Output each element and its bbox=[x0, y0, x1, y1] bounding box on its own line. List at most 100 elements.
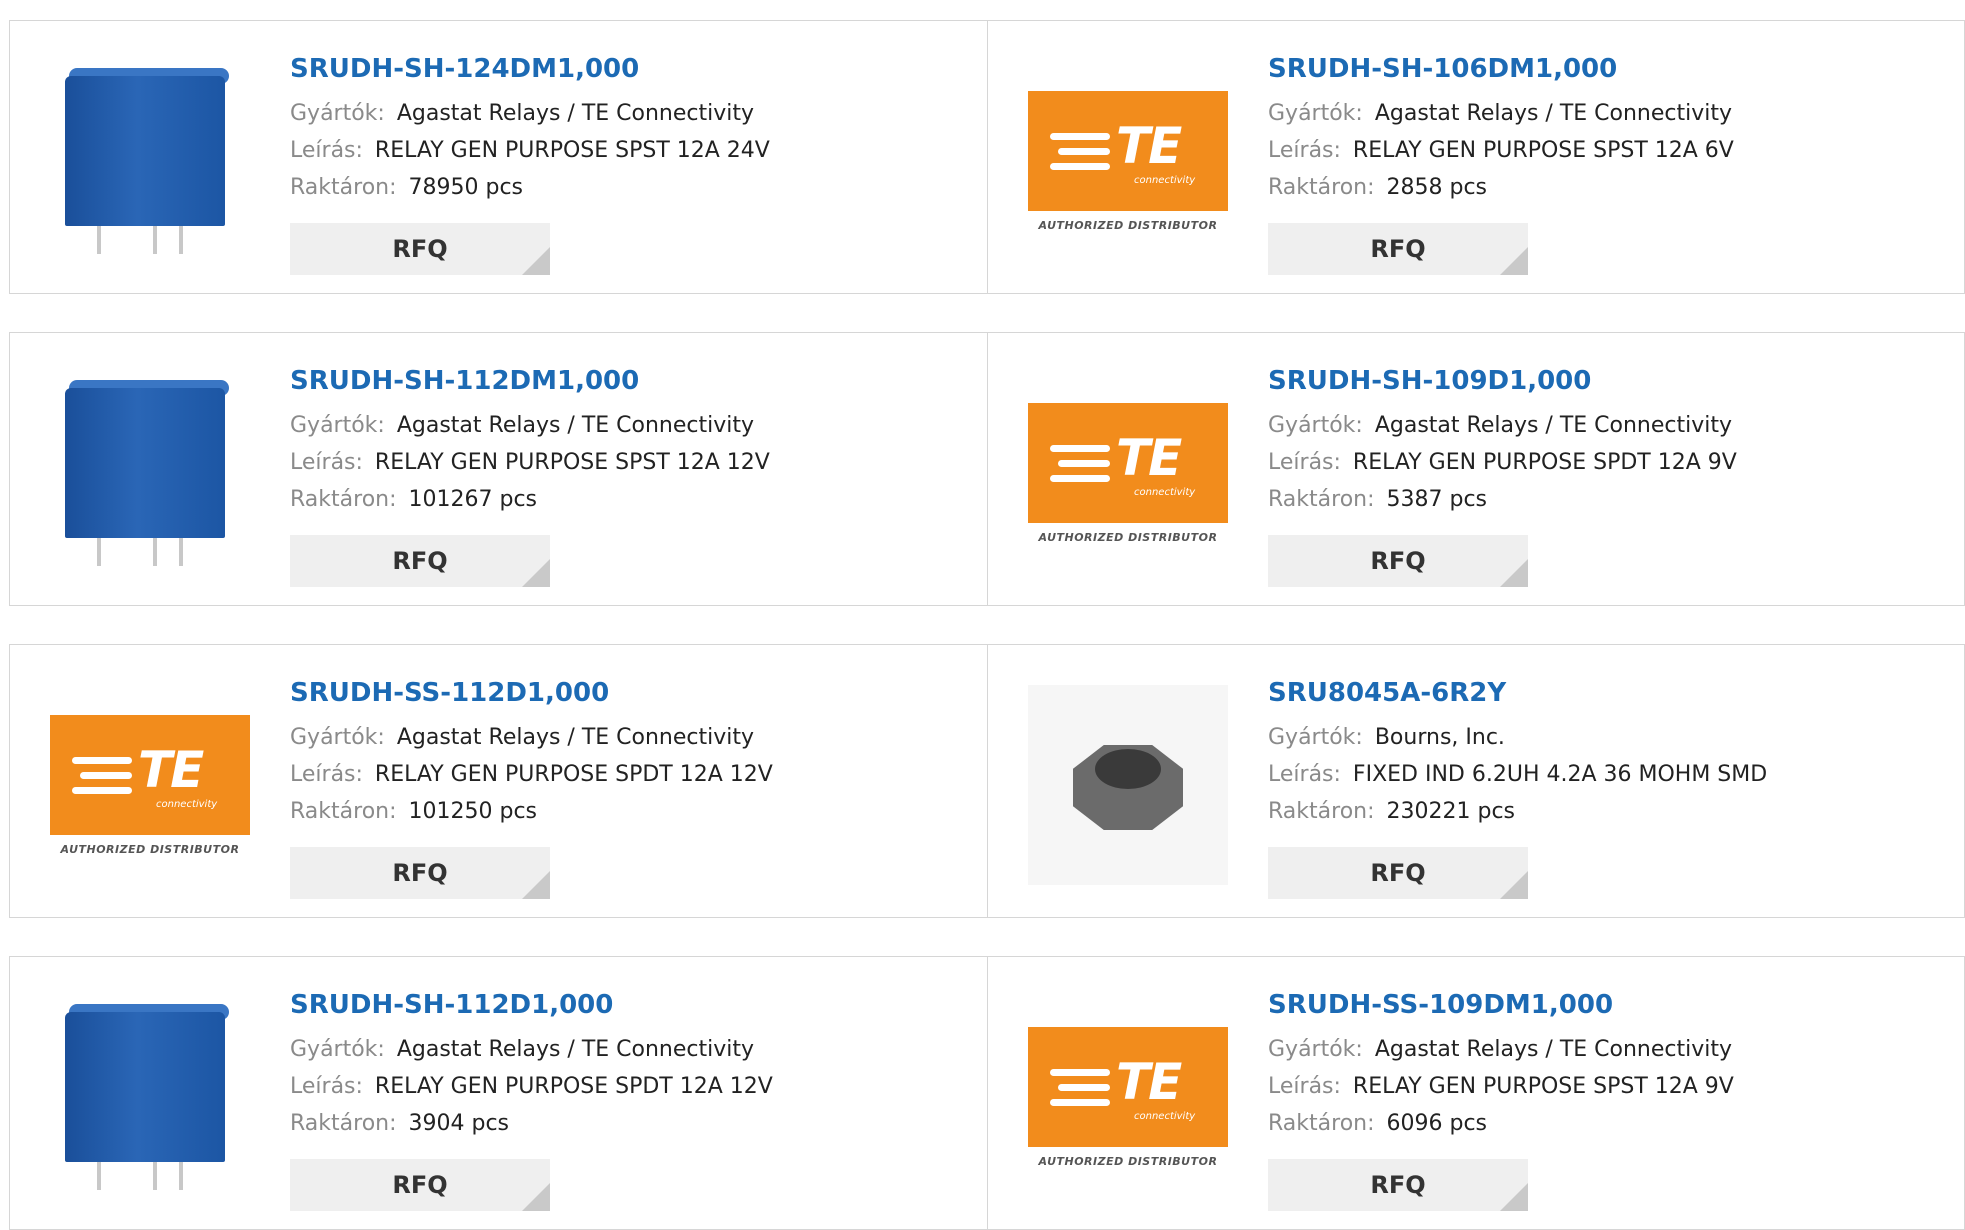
description-label: Leírás: bbox=[290, 450, 363, 475]
description-line: Leírás: RELAY GEN PURPOSE SPST 12A 24V bbox=[290, 132, 977, 169]
product-grid: SRUDH-SH-124DM1,000 Gyártók: Agastat Rela… bbox=[0, 0, 1965, 1230]
manufacturer-line: Gyártók: Agastat Relays / TE Connectivity bbox=[1268, 407, 1954, 444]
rfq-button[interactable]: RFQ bbox=[1268, 223, 1528, 275]
manufacturer-line: Gyártók: Agastat Relays / TE Connectivity bbox=[290, 95, 977, 132]
stock-line: Raktáron: 2858 pcs bbox=[1268, 169, 1954, 206]
product-title-link[interactable]: SRUDH-SH-106DM1,000 bbox=[1268, 51, 1954, 87]
description-line: Leírás: RELAY GEN PURPOSE SPDT 12A 12V bbox=[290, 1068, 977, 1105]
product-info: SRUDH-SH-112D1,000 Gyártók: Agastat Relay… bbox=[290, 987, 977, 1142]
te-sub: connectivity bbox=[1134, 1110, 1196, 1122]
manufacturer-line: Gyártók: Agastat Relays / TE Connectivity bbox=[290, 719, 977, 756]
product-info: SRUDH-SH-124DM1,000 Gyártók: Agastat Rela… bbox=[290, 51, 977, 206]
rfq-button[interactable]: RFQ bbox=[290, 223, 550, 275]
manufacturer-value: Agastat Relays / TE Connectivity bbox=[396, 725, 755, 750]
manufacturer-value: Agastat Relays / TE Connectivity bbox=[396, 413, 755, 438]
product-image[interactable] bbox=[50, 373, 250, 573]
stock-value: 2858 pcs bbox=[1386, 175, 1488, 200]
manufacturer-label: Gyártók: bbox=[290, 101, 385, 126]
product-card: TE connectivity AUTHORIZED DISTRIBUTOR SRU… bbox=[987, 333, 1964, 605]
product-image[interactable] bbox=[50, 997, 250, 1197]
te-logo: TE connectivity AUTHORIZED DISTRIBUTOR bbox=[1028, 90, 1228, 232]
product-title-link[interactable]: SRUDH-SH-124DM1,000 bbox=[290, 51, 977, 87]
product-title-link[interactable]: SRUDH-SS-109DM1,000 bbox=[1268, 987, 1954, 1023]
manufacturer-line: Gyártók: Agastat Relays / TE Connectivity bbox=[290, 407, 977, 444]
stock-line: Raktáron: 3904 pcs bbox=[290, 1105, 977, 1142]
product-image[interactable] bbox=[50, 61, 250, 261]
product-title-link[interactable]: SRU8045A-6R2Y bbox=[1268, 675, 1954, 711]
inductor-image bbox=[1028, 685, 1228, 885]
product-title-link[interactable]: SRUDH-SH-112DM1,000 bbox=[290, 363, 977, 399]
manufacturer-value: Agastat Relays / TE Connectivity bbox=[1374, 413, 1733, 438]
product-image[interactable]: TE connectivity AUTHORIZED DISTRIBUTOR bbox=[1028, 373, 1228, 573]
stock-line: Raktáron: 230221 pcs bbox=[1268, 793, 1954, 830]
description-line: Leírás: FIXED IND 6.2UH 4.2A 36 MOHM SMD bbox=[1268, 756, 1954, 793]
inductor-shape bbox=[1073, 735, 1183, 835]
product-card: SRU8045A-6R2Y Gyártók: Bourns, Inc. Leírá… bbox=[987, 645, 1964, 917]
manufacturer-label: Gyártók: bbox=[290, 725, 385, 750]
description-value: RELAY GEN PURPOSE SPST 12A 6V bbox=[1352, 138, 1734, 163]
manufacturer-line: Gyártók: Agastat Relays / TE Connectivity bbox=[1268, 1031, 1954, 1068]
te-bars bbox=[1050, 132, 1110, 178]
stock-line: Raktáron: 6096 pcs bbox=[1268, 1105, 1954, 1142]
description-label: Leírás: bbox=[1268, 762, 1341, 787]
product-card: SRUDH-SH-112DM1,000 Gyártók: Agastat Rela… bbox=[10, 333, 987, 605]
authorized-distributor-text: AUTHORIZED DISTRIBUTOR bbox=[1038, 218, 1218, 232]
rfq-button[interactable]: RFQ bbox=[290, 1159, 550, 1211]
product-image[interactable]: TE connectivity AUTHORIZED DISTRIBUTOR bbox=[50, 685, 250, 885]
stock-label: Raktáron: bbox=[1268, 487, 1375, 512]
description-value: RELAY GEN PURPOSE SPST 12A 9V bbox=[1352, 1074, 1734, 1099]
relay-image bbox=[65, 376, 235, 571]
stock-value: 5387 pcs bbox=[1386, 487, 1488, 512]
manufacturer-label: Gyártók: bbox=[1268, 1037, 1363, 1062]
description-value: RELAY GEN PURPOSE SPDT 12A 12V bbox=[374, 762, 773, 787]
te-bars bbox=[72, 756, 132, 802]
relay-body bbox=[65, 75, 225, 226]
product-image[interactable]: TE connectivity AUTHORIZED DISTRIBUTOR bbox=[1028, 61, 1228, 261]
rfq-button[interactable]: RFQ bbox=[290, 847, 550, 899]
relay-image bbox=[65, 64, 235, 259]
manufacturer-label: Gyártók: bbox=[1268, 413, 1363, 438]
stock-line: Raktáron: 101267 pcs bbox=[290, 481, 977, 518]
description-line: Leírás: RELAY GEN PURPOSE SPST 12A 9V bbox=[1268, 1068, 1954, 1105]
manufacturer-value: Agastat Relays / TE Connectivity bbox=[396, 101, 755, 126]
manufacturer-label: Gyártók: bbox=[290, 413, 385, 438]
te-bars bbox=[1050, 444, 1110, 490]
te-sub: connectivity bbox=[156, 798, 218, 810]
stock-label: Raktáron: bbox=[290, 799, 397, 824]
manufacturer-line: Gyártók: Agastat Relays / TE Connectivity bbox=[1268, 95, 1954, 132]
relay-pin bbox=[97, 225, 101, 254]
description-label: Leírás: bbox=[290, 138, 363, 163]
relay-pin bbox=[153, 225, 157, 254]
description-value: RELAY GEN PURPOSE SPST 12A 12V bbox=[374, 450, 770, 475]
product-info: SRUDH-SH-106DM1,000 Gyártók: Agastat Rela… bbox=[1268, 51, 1954, 206]
product-row: SRUDH-SH-112D1,000 Gyártók: Agastat Relay… bbox=[9, 956, 1965, 1230]
product-card: TE connectivity AUTHORIZED DISTRIBUTOR SRU… bbox=[10, 645, 987, 917]
product-info: SRUDH-SS-112D1,000 Gyártók: Agastat Relay… bbox=[290, 675, 977, 830]
manufacturer-label: Gyártók: bbox=[290, 1037, 385, 1062]
rfq-button[interactable]: RFQ bbox=[290, 535, 550, 587]
product-title-link[interactable]: SRUDH-SH-109D1,000 bbox=[1268, 363, 1954, 399]
rfq-button[interactable]: RFQ bbox=[1268, 1159, 1528, 1211]
relay-body bbox=[65, 387, 225, 538]
description-value: FIXED IND 6.2UH 4.2A 36 MOHM SMD bbox=[1352, 762, 1768, 787]
product-card: SRUDH-SH-124DM1,000 Gyártók: Agastat Rela… bbox=[10, 21, 987, 293]
product-image[interactable]: TE connectivity AUTHORIZED DISTRIBUTOR bbox=[1028, 997, 1228, 1197]
stock-label: Raktáron: bbox=[290, 1111, 397, 1136]
stock-label: Raktáron: bbox=[290, 487, 397, 512]
te-logo: TE connectivity AUTHORIZED DISTRIBUTOR bbox=[50, 714, 250, 856]
te-logo-box: TE connectivity bbox=[50, 714, 250, 835]
rfq-button[interactable]: RFQ bbox=[1268, 847, 1528, 899]
rfq-button[interactable]: RFQ bbox=[1268, 535, 1528, 587]
product-image[interactable] bbox=[1028, 685, 1228, 885]
description-label: Leírás: bbox=[290, 1074, 363, 1099]
te-mark: TE bbox=[1116, 1052, 1182, 1111]
te-mark: TE bbox=[1116, 116, 1182, 175]
manufacturer-line: Gyártók: Agastat Relays / TE Connectivity bbox=[290, 1031, 977, 1068]
product-title-link[interactable]: SRUDH-SS-112D1,000 bbox=[290, 675, 977, 711]
description-value: RELAY GEN PURPOSE SPST 12A 24V bbox=[374, 138, 770, 163]
product-card: TE connectivity AUTHORIZED DISTRIBUTOR SRU… bbox=[987, 957, 1964, 1229]
product-row: TE connectivity AUTHORIZED DISTRIBUTOR SRU… bbox=[9, 644, 1965, 918]
authorized-distributor-text: AUTHORIZED DISTRIBUTOR bbox=[60, 842, 240, 856]
product-title-link[interactable]: SRUDH-SH-112D1,000 bbox=[290, 987, 977, 1023]
product-card: SRUDH-SH-112D1,000 Gyártók: Agastat Relay… bbox=[10, 957, 987, 1229]
